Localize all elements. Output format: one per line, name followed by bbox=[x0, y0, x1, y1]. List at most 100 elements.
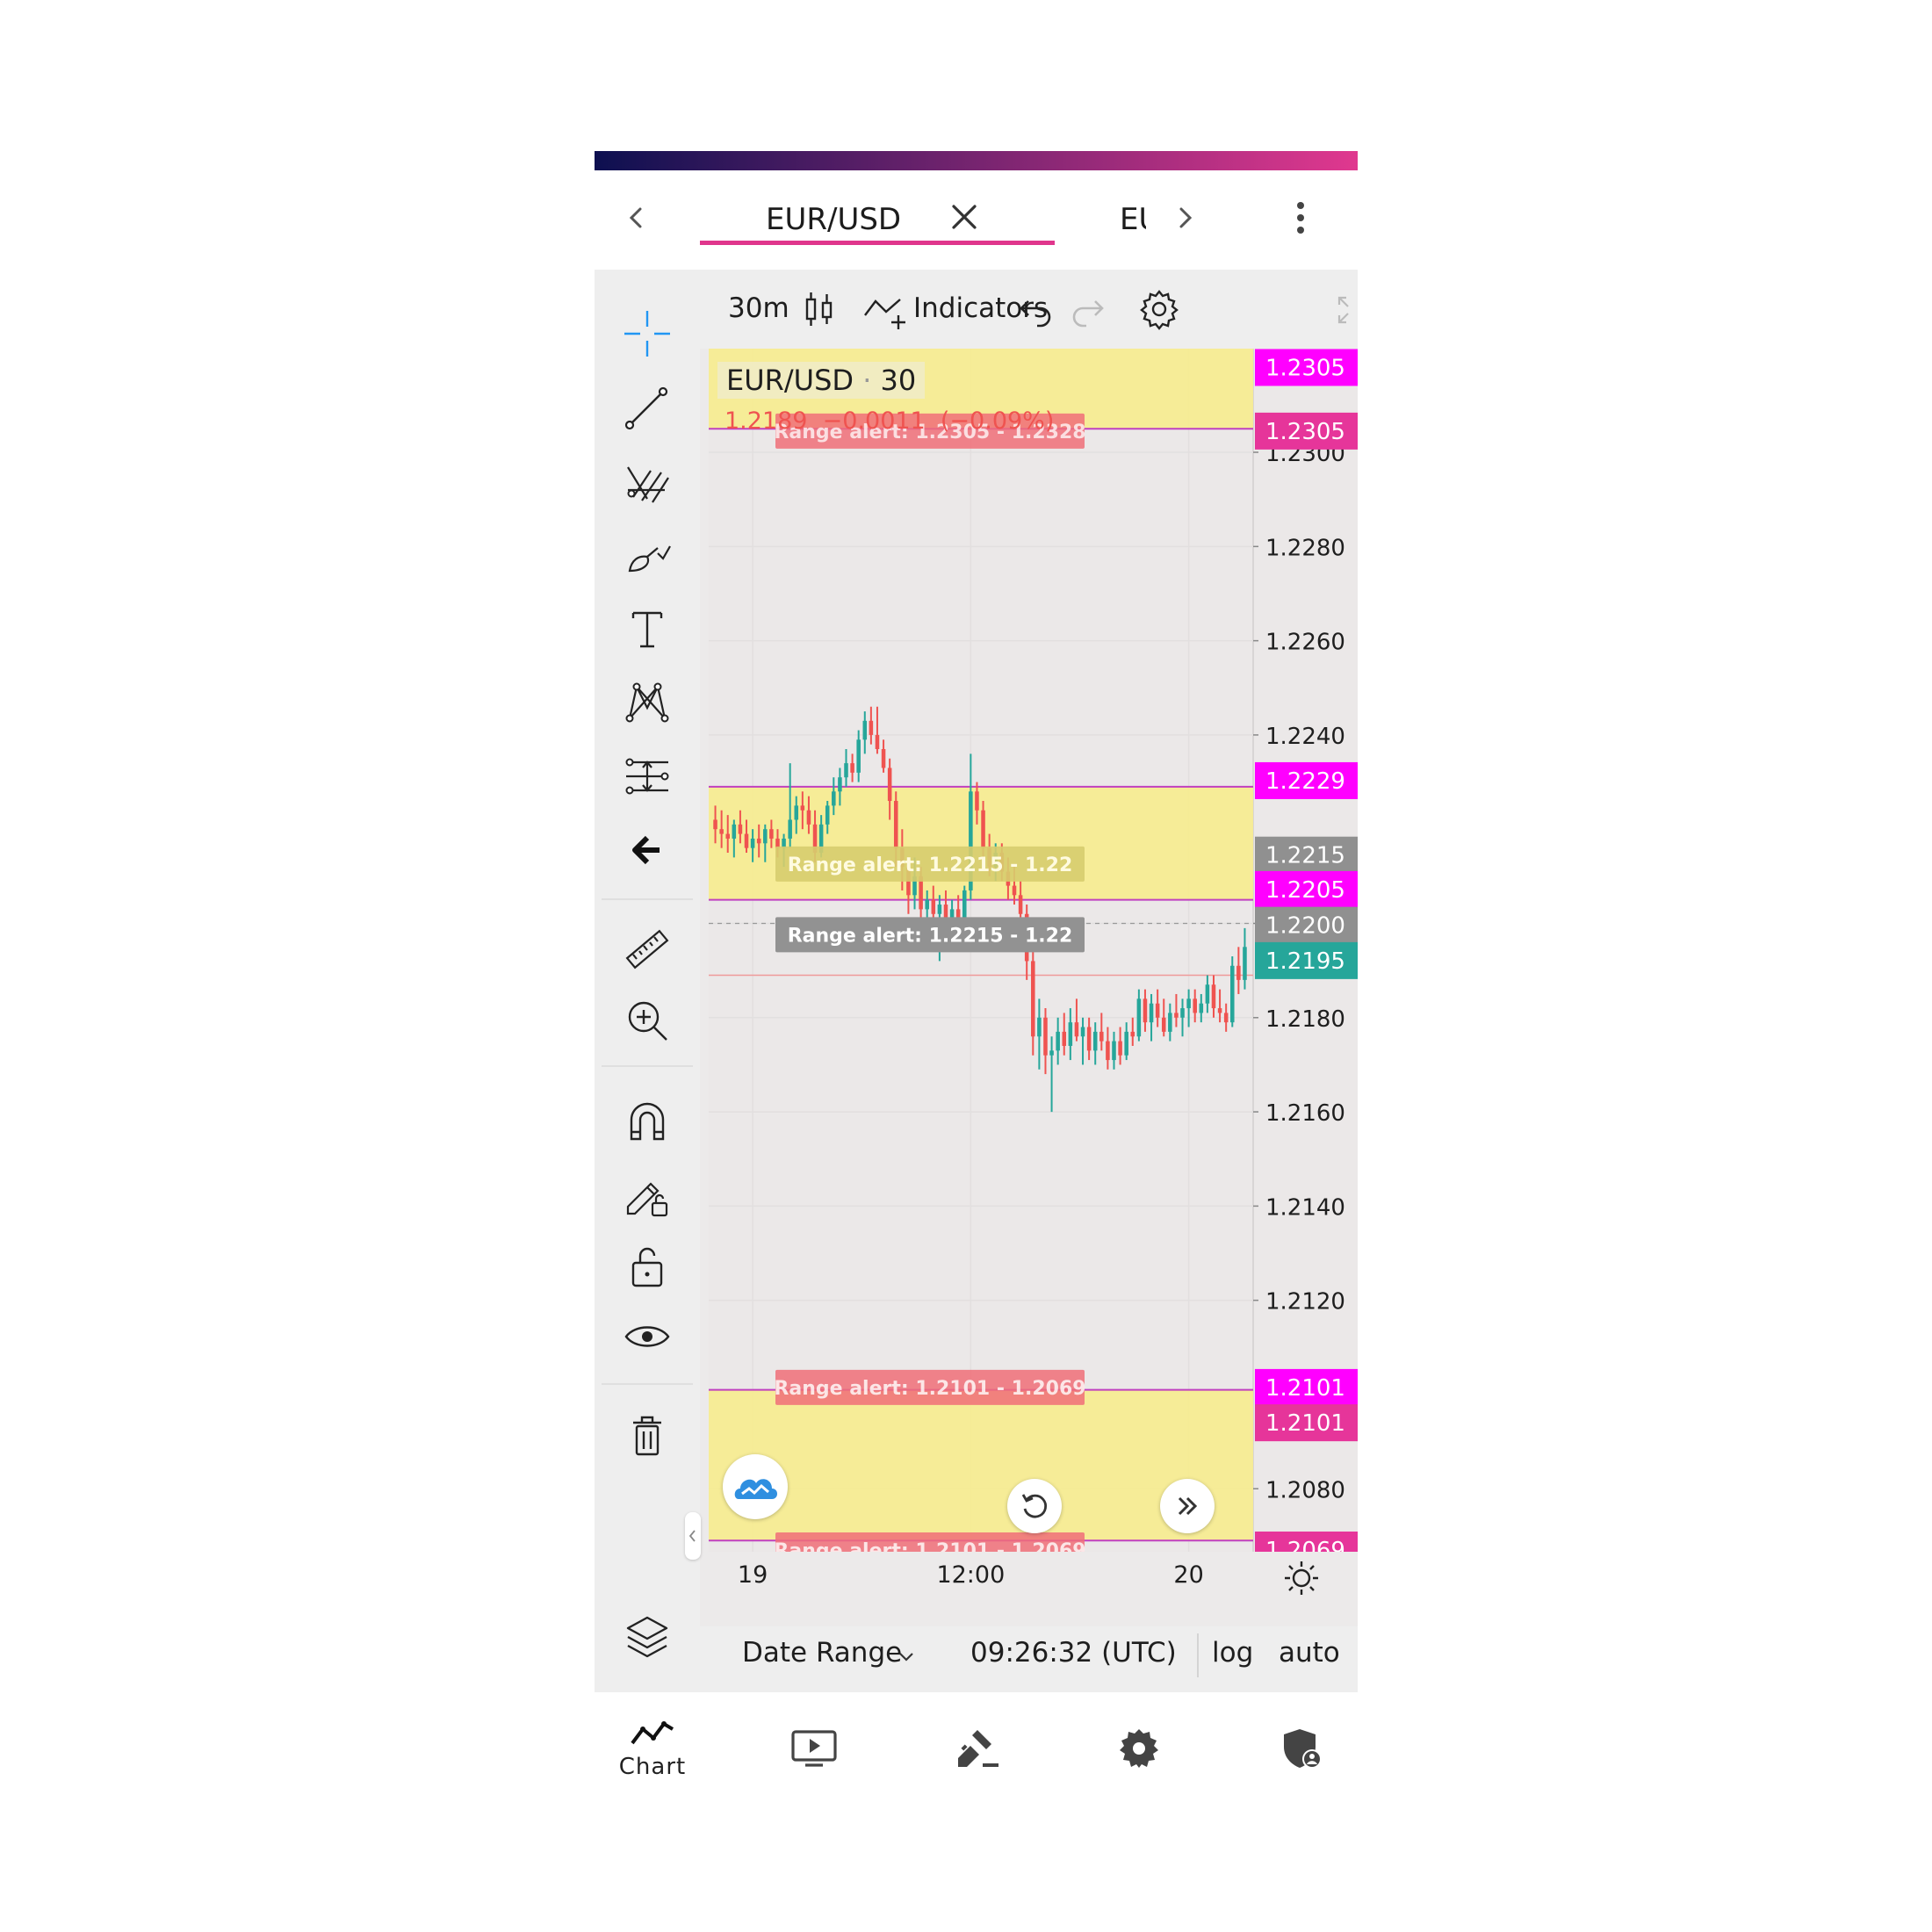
indicators-icon[interactable] bbox=[861, 289, 911, 331]
prediction-icon[interactable] bbox=[612, 746, 682, 807]
price-chart[interactable]: Range alert: 1.2305 - 1.2328Range alert:… bbox=[709, 349, 1358, 1552]
candle-body bbox=[713, 819, 717, 830]
back-arrow-icon[interactable] bbox=[612, 819, 682, 881]
toolbar-divider bbox=[602, 1065, 693, 1067]
candle-body bbox=[975, 791, 979, 811]
auto-scale-toggle[interactable]: auto bbox=[1279, 1637, 1340, 1669]
candle-body bbox=[1118, 1041, 1122, 1056]
candle-body bbox=[725, 833, 731, 839]
candle-body bbox=[937, 905, 942, 914]
candle-body bbox=[825, 805, 830, 825]
price-tag-label: 1.2069 bbox=[1265, 1538, 1345, 1552]
price-tag-label: 1.2200 bbox=[1265, 913, 1345, 940]
eye-icon[interactable] bbox=[612, 1306, 682, 1367]
candle-body bbox=[850, 763, 854, 773]
candle-body bbox=[1217, 1008, 1222, 1013]
utc-clock[interactable]: 09:26:32 (UTC) bbox=[970, 1637, 1177, 1669]
x-tick-label: 20 bbox=[1173, 1561, 1204, 1589]
zoom-in-icon[interactable] bbox=[612, 990, 682, 1051]
nav-ideas[interactable] bbox=[925, 1705, 1030, 1792]
candle-body bbox=[1243, 947, 1247, 980]
close-icon[interactable] bbox=[946, 198, 983, 235]
ruler-icon[interactable] bbox=[612, 919, 682, 981]
candle-body bbox=[832, 791, 836, 806]
candle-body bbox=[1018, 895, 1023, 914]
brush-icon[interactable] bbox=[612, 524, 682, 586]
text-icon[interactable] bbox=[612, 598, 682, 660]
sun-settings-icon[interactable] bbox=[1280, 1556, 1323, 1600]
settings-icon bbox=[1120, 1729, 1158, 1768]
y-tick-label: 1.2160 bbox=[1265, 1100, 1345, 1127]
price-tag-label: 1.2229 bbox=[1265, 768, 1345, 795]
more-vertical-icon[interactable] bbox=[1283, 197, 1318, 239]
candle-body bbox=[1092, 1031, 1098, 1051]
y-tick-label: 1.2260 bbox=[1265, 630, 1345, 656]
header-gradient-bar bbox=[595, 151, 1358, 170]
price-tag-label: 1.2101 bbox=[1265, 1375, 1345, 1402]
undo-icon[interactable] bbox=[1016, 291, 1055, 329]
trend-line-icon[interactable] bbox=[612, 377, 682, 438]
drawing-toolbar bbox=[595, 270, 700, 1692]
date-range-button[interactable]: Date Range bbox=[742, 1637, 902, 1669]
crosshair-icon[interactable] bbox=[612, 303, 682, 364]
pitchfork-icon[interactable] bbox=[612, 451, 682, 512]
candles-icon[interactable] bbox=[802, 289, 837, 329]
alert-label-middle-gray: Range alert: 1.2215 - 1.22 bbox=[788, 925, 1073, 947]
alert-label-bottom: Range alert: 1.2101 - 1.2069 bbox=[774, 1378, 1085, 1400]
layers-icon[interactable] bbox=[612, 1604, 682, 1666]
candle-body bbox=[881, 749, 886, 768]
candle-body bbox=[794, 805, 799, 820]
chevron-down-icon[interactable] bbox=[895, 1646, 918, 1669]
redo-icon[interactable] bbox=[1069, 291, 1107, 329]
candle-body bbox=[750, 838, 755, 848]
candle-body bbox=[732, 824, 737, 839]
alert-label-bottom-2: Range alert: 1.2101 - 1.2069 bbox=[774, 1540, 1085, 1552]
candle-body bbox=[981, 810, 985, 848]
magnet-icon[interactable] bbox=[612, 1091, 682, 1152]
log-scale-toggle[interactable]: log bbox=[1212, 1637, 1253, 1669]
price-tag-label: 1.2215 bbox=[1265, 843, 1345, 869]
y-tick-label: 1.2120 bbox=[1265, 1289, 1345, 1316]
candle-body bbox=[1049, 1050, 1054, 1056]
nav-chart[interactable]: Chart bbox=[600, 1705, 705, 1792]
candle-body bbox=[1074, 1022, 1079, 1037]
nav-account[interactable] bbox=[1249, 1705, 1354, 1792]
symbol-tab-bar: EUR/USD EU bbox=[595, 170, 1358, 270]
candle-body bbox=[1161, 1017, 1166, 1032]
pattern-icon[interactable] bbox=[612, 672, 682, 733]
fullscreen-icon[interactable] bbox=[1332, 291, 1358, 329]
candle-body bbox=[788, 819, 792, 839]
lock-drawing-icon[interactable] bbox=[612, 1164, 682, 1225]
reset-icon[interactable] bbox=[1007, 1479, 1062, 1533]
tab-next-symbol[interactable]: EU bbox=[1120, 202, 1146, 241]
collapse-left-icon[interactable] bbox=[685, 1512, 701, 1560]
candle-body bbox=[931, 899, 936, 914]
tab-eurusd-label[interactable]: EUR/USD bbox=[766, 202, 901, 237]
gear-icon[interactable] bbox=[1137, 287, 1181, 331]
candle-body bbox=[1211, 984, 1216, 1009]
candle-body bbox=[869, 720, 874, 735]
nav-settings[interactable] bbox=[1086, 1705, 1192, 1792]
candle-body bbox=[1180, 1008, 1185, 1018]
legend-separator: · bbox=[862, 364, 872, 397]
candle-body bbox=[893, 801, 898, 848]
y-tick-label: 1.2080 bbox=[1265, 1477, 1345, 1503]
lock-icon[interactable] bbox=[612, 1236, 682, 1297]
candle-body bbox=[1031, 961, 1035, 1037]
logo-cloud-icon[interactable] bbox=[723, 1454, 788, 1519]
candle-body bbox=[1086, 1027, 1092, 1051]
candle-body bbox=[1124, 1031, 1128, 1056]
y-tick-label: 1.2280 bbox=[1265, 535, 1345, 561]
trash-icon[interactable] bbox=[612, 1404, 682, 1466]
candle-body bbox=[838, 777, 842, 792]
candle-body bbox=[862, 720, 868, 740]
chart-icon bbox=[631, 1721, 674, 1745]
legend-symbol: EUR/USD · 30 bbox=[717, 362, 926, 399]
nav-video[interactable] bbox=[761, 1705, 867, 1792]
double-chevron-right-icon[interactable] bbox=[1160, 1479, 1215, 1533]
interval-button[interactable]: 30m bbox=[728, 292, 789, 324]
candle-body bbox=[769, 829, 774, 839]
candle-body bbox=[1155, 1003, 1160, 1018]
chevron-right-icon[interactable] bbox=[1167, 200, 1202, 235]
chevron-left-icon[interactable] bbox=[619, 200, 654, 235]
